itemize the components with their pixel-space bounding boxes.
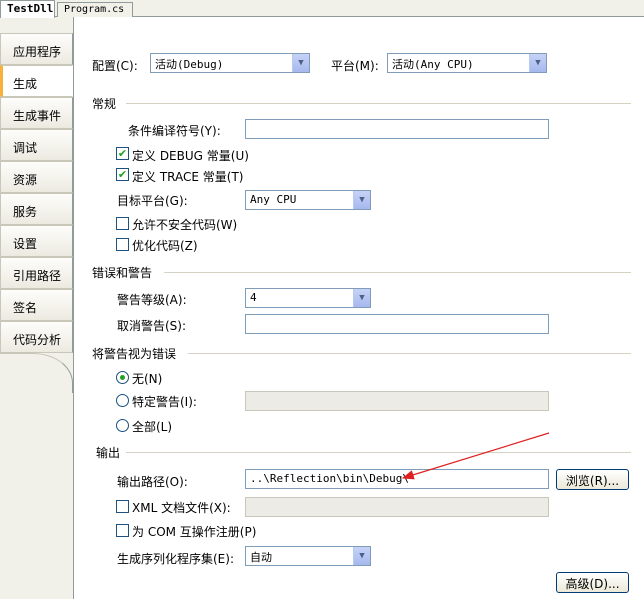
annotation-arrow-line: [401, 432, 550, 480]
annotation-arrow: [401, 432, 550, 480]
